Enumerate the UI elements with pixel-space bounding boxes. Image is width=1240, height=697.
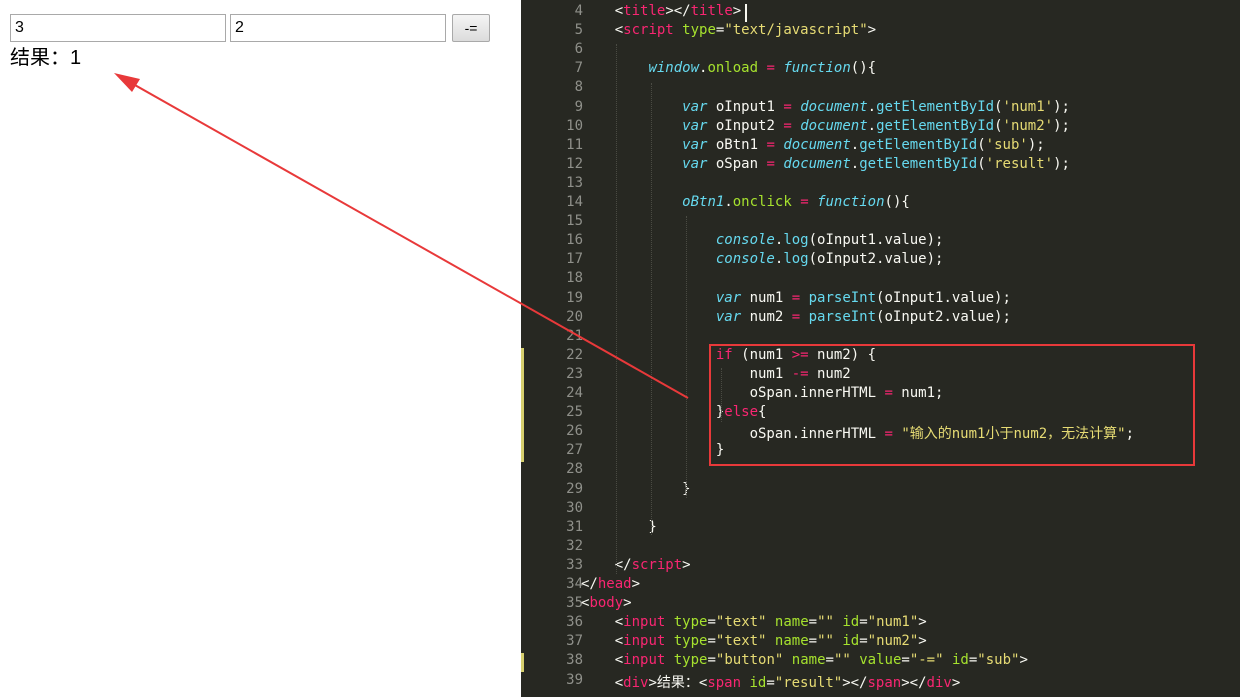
modified-line-marker (521, 386, 524, 405)
line-number: 36 (566, 614, 583, 631)
line-number: 20 (566, 308, 583, 325)
line-number: 19 (566, 289, 583, 306)
line-number: 8 (574, 79, 583, 96)
code-line: var oSpan = document.getElementById('res… (682, 155, 1070, 172)
line-number: 29 (566, 480, 583, 497)
code-line: </script> (581, 556, 691, 573)
code-line: var oInput2 = document.getElementById('n… (682, 117, 1070, 134)
code-editor[interactable]: 4 <title></title> 5 <script type="text/ja… (521, 0, 1240, 697)
line-number: 32 (566, 537, 583, 554)
modified-line-marker (521, 653, 524, 673)
code-line: console.log(oInput2.value); (715, 251, 944, 268)
modified-line-marker (521, 405, 524, 425)
code-line: } (581, 480, 691, 497)
line-number: 14 (566, 194, 583, 210)
subtract-button[interactable]: -= (452, 14, 490, 42)
line-number: 16 (566, 232, 583, 249)
code-line: <title></title> (581, 3, 742, 19)
line-number: 24 (566, 385, 583, 401)
code-line: <input type="button" name="" value="-=" … (581, 652, 1028, 669)
line-number: 33 (566, 556, 583, 573)
line-number: 15 (566, 213, 583, 230)
text-cursor (745, 4, 747, 22)
indent-guide (686, 216, 687, 498)
line-number: 26 (566, 423, 583, 440)
line-number: 7 (574, 60, 583, 77)
code-line: <input type="text" name="" id="num1"> (581, 614, 927, 631)
modified-line-marker (521, 347, 524, 367)
line-number: 12 (566, 155, 583, 172)
code-line: oBtn1.onclick = function(){ (682, 194, 910, 210)
line-number: 21 (566, 327, 583, 344)
code-line: <input type="text" name="" id="num2"> (581, 633, 927, 650)
result-value: 1 (70, 47, 82, 69)
indent-guide (651, 83, 652, 535)
line-number: 31 (566, 518, 583, 535)
line-number: 37 (566, 633, 583, 650)
line-number: 4 (574, 3, 583, 19)
line-number: 10 (566, 117, 583, 134)
line-number: 38 (566, 652, 583, 669)
modified-line-marker (521, 443, 524, 463)
num2-input[interactable] (230, 14, 446, 42)
line-number: 17 (566, 251, 583, 268)
line-number: 30 (566, 499, 583, 516)
line-number: 22 (566, 346, 583, 363)
modified-line-marker (521, 366, 524, 386)
code-line: } (581, 518, 657, 535)
code-line: <script type="text/javascript"> (581, 22, 877, 39)
line-number: 11 (566, 136, 583, 153)
code-line: var oInput1 = document.getElementById('n… (682, 98, 1070, 115)
code-line: var num2 = parseInt(oInput2.value); (715, 308, 1011, 325)
line-number: 39 (566, 671, 583, 688)
code-line: </head> (581, 576, 641, 592)
result-label: 结果： (10, 47, 70, 69)
result-line: 结果：1 (10, 46, 81, 70)
line-number: 23 (566, 365, 583, 382)
line-number: 27 (566, 442, 583, 459)
line-number: 6 (574, 41, 583, 58)
code-line: } (581, 442, 725, 459)
line-number: 25 (566, 404, 583, 421)
modified-line-marker (521, 424, 524, 444)
code-line: <div>结果：<span id="result"></span></div> (581, 674, 961, 691)
line-number: 5 (574, 22, 583, 39)
highlight-box (709, 344, 1195, 466)
num1-input[interactable] (10, 14, 226, 42)
indent-guide (616, 44, 617, 574)
code-line: var num1 = parseInt(oInput1.value); (715, 289, 1011, 306)
line-number: 34 (566, 576, 583, 592)
line-number: 13 (566, 174, 583, 191)
code-line: window.onload = function(){ (648, 60, 877, 77)
line-number: 9 (574, 98, 583, 115)
code-line: console.log(oInput1.value); (715, 232, 944, 249)
browser-page: -= 结果：1 (0, 0, 521, 697)
line-number: 35 (566, 595, 583, 612)
line-number: 18 (566, 270, 583, 287)
line-number: 28 (566, 461, 583, 478)
code-line: <body> (581, 595, 632, 612)
